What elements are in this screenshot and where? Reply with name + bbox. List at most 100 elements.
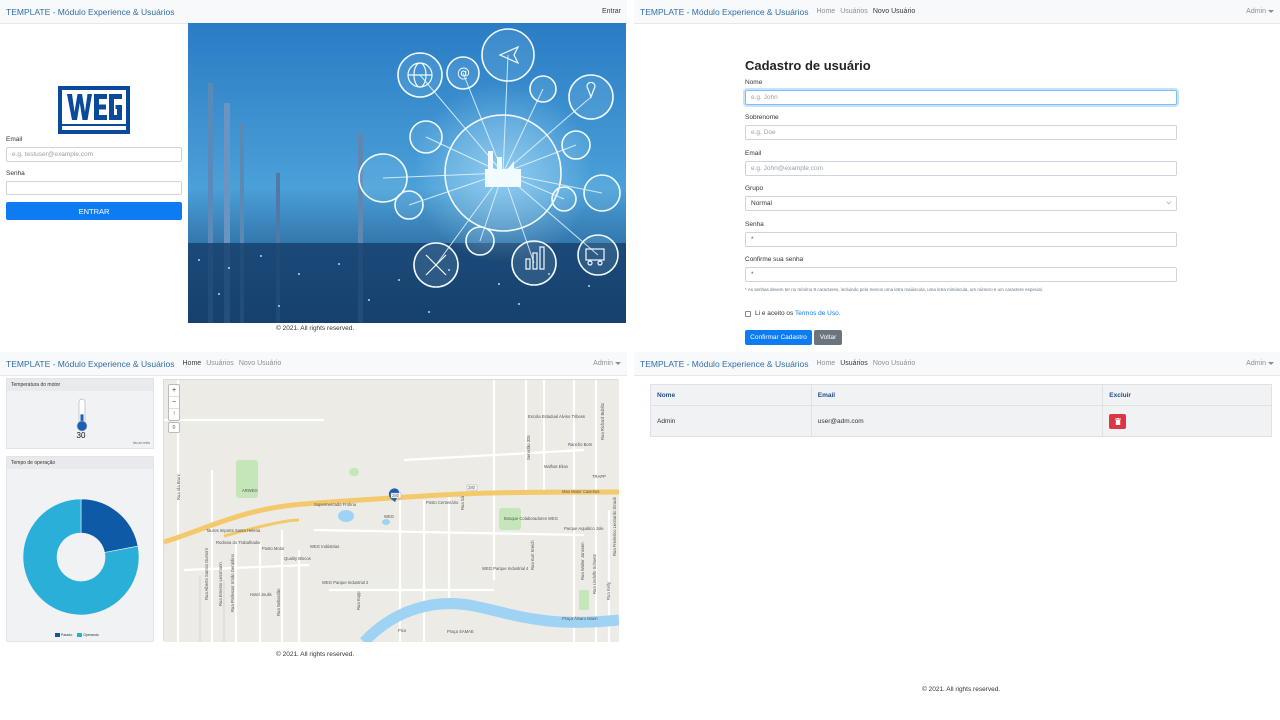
nav-home[interactable]: Home [817,360,836,367]
nav-home[interactable]: Home [183,360,202,367]
users-screen: TEMPLATE - Módulo Experience & Usuários … [634,352,1280,720]
map-label: Praça Álvaro Mann [562,616,598,621]
map-label: WEG [384,514,394,519]
map-label: Posto Motor [262,546,285,551]
map-label: Hotel Joulis [250,592,272,597]
map-label: Quality Blocos [284,556,311,561]
map-label: WEG Parque Industrial 4 [482,566,529,571]
trash-icon [1114,417,1121,425]
login-nav-link[interactable]: Entrar [602,8,621,15]
temperature-timestamp: há um mês [132,441,150,445]
map-label: Posto Centenário [426,500,459,505]
login-screen: TEMPLATE - Módulo Experience & Usuários … [0,0,627,346]
layers-icon[interactable]: ◊ [168,422,180,433]
temperature-card-title: Temperatura do motor [7,379,153,391]
users-table: Nome Email Excluir Admin user@adm.com [650,384,1272,437]
brand-link[interactable]: TEMPLATE - Módulo Experience & Usuários [640,7,809,17]
map-label: Rua Alberto Santos Dumont [204,547,209,600]
password-input[interactable]: * [745,232,1177,247]
map-label: Bosque Colaboradores WEG [504,516,558,521]
map-label: Pico [398,628,407,633]
map-label: Malhas Elian [544,464,569,469]
operation-time-card-title: Tempo de operação [7,457,153,469]
group-selected-value: Normal [751,200,772,207]
route-number: 280 [468,485,476,490]
page-title: Cadastro de usuário [745,58,871,73]
back-button[interactable]: Voltar [814,330,842,345]
nav-users[interactable]: Usuários [840,8,868,15]
user-menu[interactable]: Admin [1246,8,1274,15]
confirm-password-input[interactable]: * [745,267,1177,282]
terms-link[interactable]: Termos de Uso. [795,310,841,317]
footer-text: © 2021. All rights reserved. [922,686,1001,693]
map-label: Parque Aquático Jole [564,526,604,531]
zoom-out-button[interactable]: − [169,396,179,408]
confirm-password-placeholder: * [751,271,754,278]
group-select[interactable]: Normal ⌵ [745,196,1177,211]
table-header-row: Nome Email Excluir [650,384,1272,406]
map-label: Rua Walter Janssen [580,542,585,580]
user-name-cell: Admin [650,405,812,437]
last-name-label: Sobrenome [745,114,779,121]
column-header-delete: Excluir [1102,384,1272,406]
email-label: Email [745,150,762,157]
chart-legend: Parado Operando [55,633,99,637]
zoom-in-button[interactable]: + [169,385,179,396]
brand-link[interactable]: TEMPLATE - Módulo Experience & Usuários [6,7,175,17]
first-name-input[interactable]: e.g. John [745,90,1177,105]
email-placeholder: e.g. testuser@example.com [12,151,94,158]
dashboard-screen: TEMPLATE - Módulo Experience & Usuários … [0,352,627,720]
nav-new-user[interactable]: Novo Usuário [873,360,915,367]
map-label: Rua Frederico Leonardo Straub [612,496,617,556]
nav-home[interactable]: Home [817,8,836,15]
email-input[interactable]: e.g. testuser@example.com [6,147,182,162]
terms-text: Li e aceito os Termos de Uso. [755,310,841,317]
delete-user-button[interactable] [1109,413,1127,429]
map-label: Rancho Bom [568,442,593,447]
legend-item-operando[interactable]: Operando [77,633,99,637]
route-number: 280 [392,493,400,498]
map-label: Max Motor Caseiros [562,489,599,494]
map-label: Servidão 326 [526,435,531,460]
column-header-email: Email [810,384,1104,406]
operation-time-card: Tempo de operação Parado Operando [6,456,154,642]
legend-label-parado: Parado [60,632,73,637]
password-input[interactable] [6,181,182,195]
thermometer-icon [76,398,88,432]
donut-slice-parado[interactable] [80,498,139,553]
nav-users[interactable]: Usuários [840,360,868,367]
chevron-down-icon: ⌵ [1166,200,1171,206]
map-label: Rua Sá [460,495,465,510]
nav-new-user[interactable]: Novo Usuário [873,8,915,15]
login-button[interactable]: ENTRAR [6,202,182,220]
confirm-button[interactable]: Confirmar Cadastro [745,330,812,345]
temperature-value: 30 [76,431,86,440]
location-map[interactable]: Escola Estadual Alvino Tribess Rancho Bom… [163,379,620,646]
table-row: Admin user@adm.com [650,405,1272,437]
user-menu[interactable]: Admin [1246,360,1274,367]
map-canvas[interactable]: Escola Estadual Alvino Tribess Rancho Bom… [163,380,620,646]
brand-link[interactable]: TEMPLATE - Módulo Experience & Usuários [640,359,809,369]
operation-donut-chart [22,498,140,616]
map-label: Rua Lindolfo Schuetz [592,554,597,594]
compass-icon[interactable]: ↑ [169,408,179,420]
user-email-cell: user@adm.com [810,405,1104,437]
nav-users[interactable]: Usuários [206,360,234,367]
map-label: Supermercado Frohna [314,502,357,507]
password-hint: * As senhas devem ter no mínimo 8 caract… [745,287,1043,292]
map-label: TRAPP [592,474,606,479]
map-label: WEG Indústrias [310,544,339,549]
brand-link[interactable]: TEMPLATE - Módulo Experience & Usuários [6,359,175,369]
map-label: Rua Sebastião [276,588,281,616]
column-header-name: Nome [650,384,812,406]
email-input[interactable]: e.g. John@example.com [745,161,1177,176]
last-name-input[interactable]: e.g. Doe [745,125,1177,140]
email-placeholder: e.g. John@example.com [751,165,823,172]
group-label: Grupo [745,185,764,192]
terms-label: Li e aceito os [755,310,794,317]
nav-new-user[interactable]: Novo Usuário [239,360,281,367]
terms-checkbox[interactable] [745,311,751,317]
user-menu[interactable]: Admin [593,360,621,367]
legend-item-parado[interactable]: Parado [55,633,72,637]
map-label: Rodovia do Trabalhador [216,540,261,545]
